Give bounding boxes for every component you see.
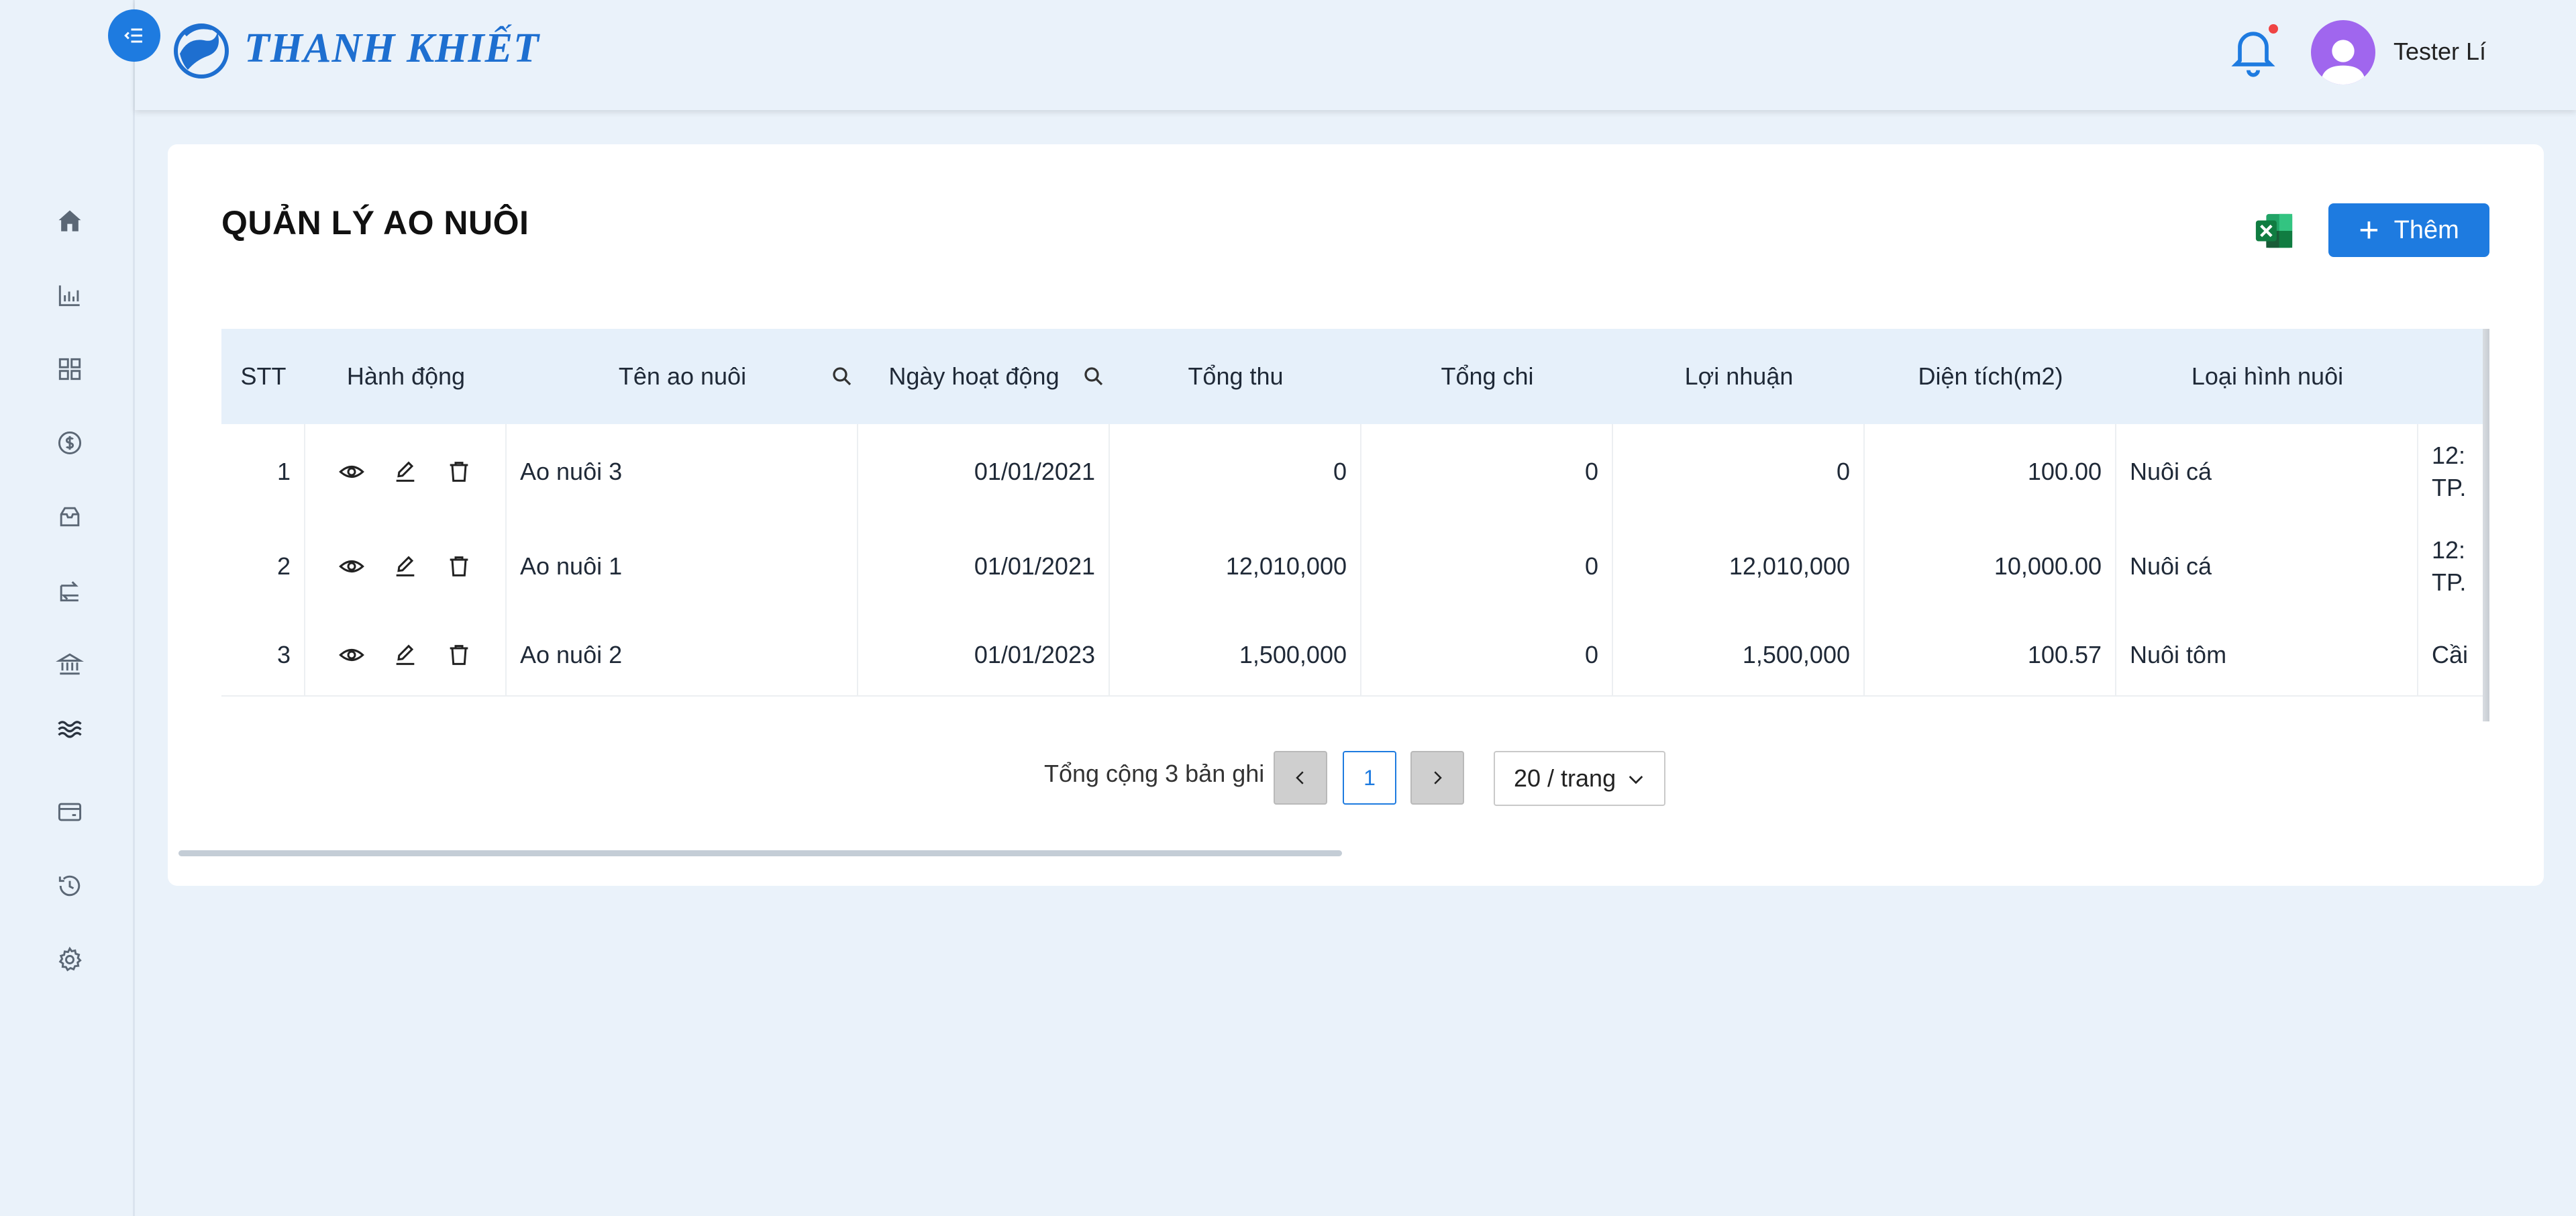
page-size-value: 20 / trang [1514, 764, 1616, 792]
row-stt: 1 [221, 424, 305, 519]
row-area: 10,000.00 [1865, 519, 2116, 614]
column-header-farming-type: Loại hình nuôi [2191, 362, 2344, 390]
user-name[interactable]: Tester Lí [2393, 38, 2486, 66]
view-icon[interactable] [338, 553, 365, 580]
row-stt: 2 [221, 519, 305, 614]
table-row: 3 Ao nuôi 2 01/01/2023 1,500,000 0 1,500… [221, 614, 2483, 697]
row-address: 12: TP. [2418, 519, 2483, 614]
row-address-line2: TP. [2432, 568, 2467, 596]
view-icon[interactable] [338, 458, 365, 485]
table-header: STT Hành động Tên ao nuôi Ngày hoạt động… [221, 329, 2483, 424]
column-header-expense: Tổng chi [1441, 362, 1534, 390]
next-page-button[interactable] [1410, 751, 1464, 805]
row-expense: 0 [1361, 519, 1613, 614]
notification-badge [2269, 24, 2278, 34]
page-title: QUẢN LÝ AO NUÔI [221, 204, 529, 242]
row-profit: 12,010,000 [1613, 519, 1865, 614]
edit-icon[interactable] [392, 642, 419, 668]
row-pond-name: Ao nuôi 2 [507, 614, 858, 695]
delete-icon[interactable] [446, 458, 472, 485]
inbox-icon[interactable] [52, 499, 87, 534]
row-active-date: 01/01/2021 [858, 424, 1110, 519]
edit-icon[interactable] [392, 553, 419, 580]
brand-logo[interactable]: THANH KHIẾT [169, 15, 539, 82]
row-address-line2: TP. [2432, 473, 2467, 501]
row-actions [305, 519, 507, 614]
column-header-actions: Hành động [346, 362, 466, 390]
row-area: 100.57 [1865, 614, 2116, 695]
row-farming-type: Nuôi cá [2116, 424, 2418, 519]
edit-icon[interactable] [392, 458, 419, 485]
settings-icon[interactable] [52, 942, 87, 977]
table-row: 2 Ao nuôi 1 01/01/2021 12,010,000 0 12,0… [221, 519, 2483, 615]
chevron-left-icon [1296, 771, 1304, 784]
home-icon[interactable] [52, 204, 87, 239]
row-address-line1: 12: [2432, 441, 2466, 469]
table-row: 1 Ao nuôi 3 01/01/2021 0 0 0 100.00 Nuôi… [221, 424, 2483, 520]
row-actions [305, 614, 507, 695]
menu-toggle-button[interactable] [108, 9, 160, 62]
excel-icon[interactable] [2253, 210, 2295, 252]
bar-chart-icon[interactable] [52, 278, 87, 313]
row-farming-type: Nuôi cá [2116, 519, 2418, 614]
delete-icon[interactable] [446, 553, 472, 580]
content-card: QUẢN LÝ AO NUÔI + Thêm STT Hành động Tên… [168, 144, 2544, 886]
prev-page-button[interactable] [1274, 751, 1327, 805]
row-actions [305, 424, 507, 519]
wave-logo-icon [174, 23, 229, 79]
row-pond-name: Ao nuôi 1 [507, 519, 858, 614]
chevron-down-icon [1629, 776, 1643, 784]
view-icon[interactable] [338, 642, 365, 668]
row-stt: 3 [221, 614, 305, 695]
row-revenue: 0 [1110, 424, 1361, 519]
dollar-circle-icon[interactable] [52, 425, 87, 460]
page-number-button[interactable]: 1 [1343, 751, 1396, 805]
column-header-pond-name: Tên ao nuôi [507, 329, 858, 424]
wallet-icon[interactable] [52, 795, 87, 829]
plus-icon: + [2359, 211, 2379, 250]
row-active-date: 01/01/2023 [858, 614, 1110, 695]
horizontal-scrollbar[interactable] [178, 850, 1342, 856]
row-profit: 0 [1613, 424, 1865, 519]
delete-icon[interactable] [446, 642, 472, 668]
row-active-date: 01/01/2021 [858, 519, 1110, 614]
column-header-stt: STT [240, 362, 287, 390]
row-address-line1: 12: [2432, 536, 2466, 564]
search-icon[interactable] [830, 364, 854, 389]
sidebar [0, 0, 135, 1216]
column-header-area: Diện tích(m2) [1918, 362, 2063, 390]
row-area: 100.00 [1865, 424, 2116, 519]
column-header-revenue: Tổng thu [1188, 362, 1284, 390]
bank-icon[interactable] [52, 647, 87, 682]
transfer-icon[interactable] [52, 573, 87, 608]
menu-fold-icon [124, 28, 142, 43]
add-button[interactable]: + Thêm [2328, 203, 2489, 257]
waves-icon[interactable] [52, 711, 87, 746]
column-header-active-date-label: Ngày hoạt động [888, 362, 1060, 390]
row-profit: 1,500,000 [1613, 614, 1865, 695]
column-header-active-date: Ngày hoạt động [858, 329, 1110, 424]
row-expense: 0 [1361, 424, 1613, 519]
row-revenue: 12,010,000 [1110, 519, 1361, 614]
search-icon[interactable] [1082, 364, 1106, 389]
page-size-select[interactable]: 20 / trang [1494, 751, 1665, 806]
grid-icon[interactable] [52, 352, 87, 387]
history-icon[interactable] [52, 868, 87, 903]
avatar[interactable] [2311, 20, 2375, 85]
table-fixed-shadow [2483, 329, 2489, 721]
user-icon [2320, 40, 2366, 85]
brand-name: THANH KHIẾT [244, 25, 539, 71]
row-farming-type: Nuôi tôm [2116, 614, 2418, 695]
add-button-label: Thêm [2393, 215, 2459, 244]
row-pond-name: Ao nuôi 3 [507, 424, 858, 519]
column-header-pond-name-label: Tên ao nuôi [618, 362, 747, 390]
pagination-total: Tổng cộng 3 bản ghi [1044, 760, 1265, 787]
column-header-profit: Lợi nhuận [1684, 362, 1794, 390]
row-address: 12: TP. [2418, 424, 2483, 519]
row-address-line1: Cầi [2432, 640, 2469, 668]
row-revenue: 1,500,000 [1110, 614, 1361, 695]
row-address: Cầi [2418, 614, 2483, 695]
row-expense: 0 [1361, 614, 1613, 695]
chevron-right-icon [1434, 771, 1442, 784]
